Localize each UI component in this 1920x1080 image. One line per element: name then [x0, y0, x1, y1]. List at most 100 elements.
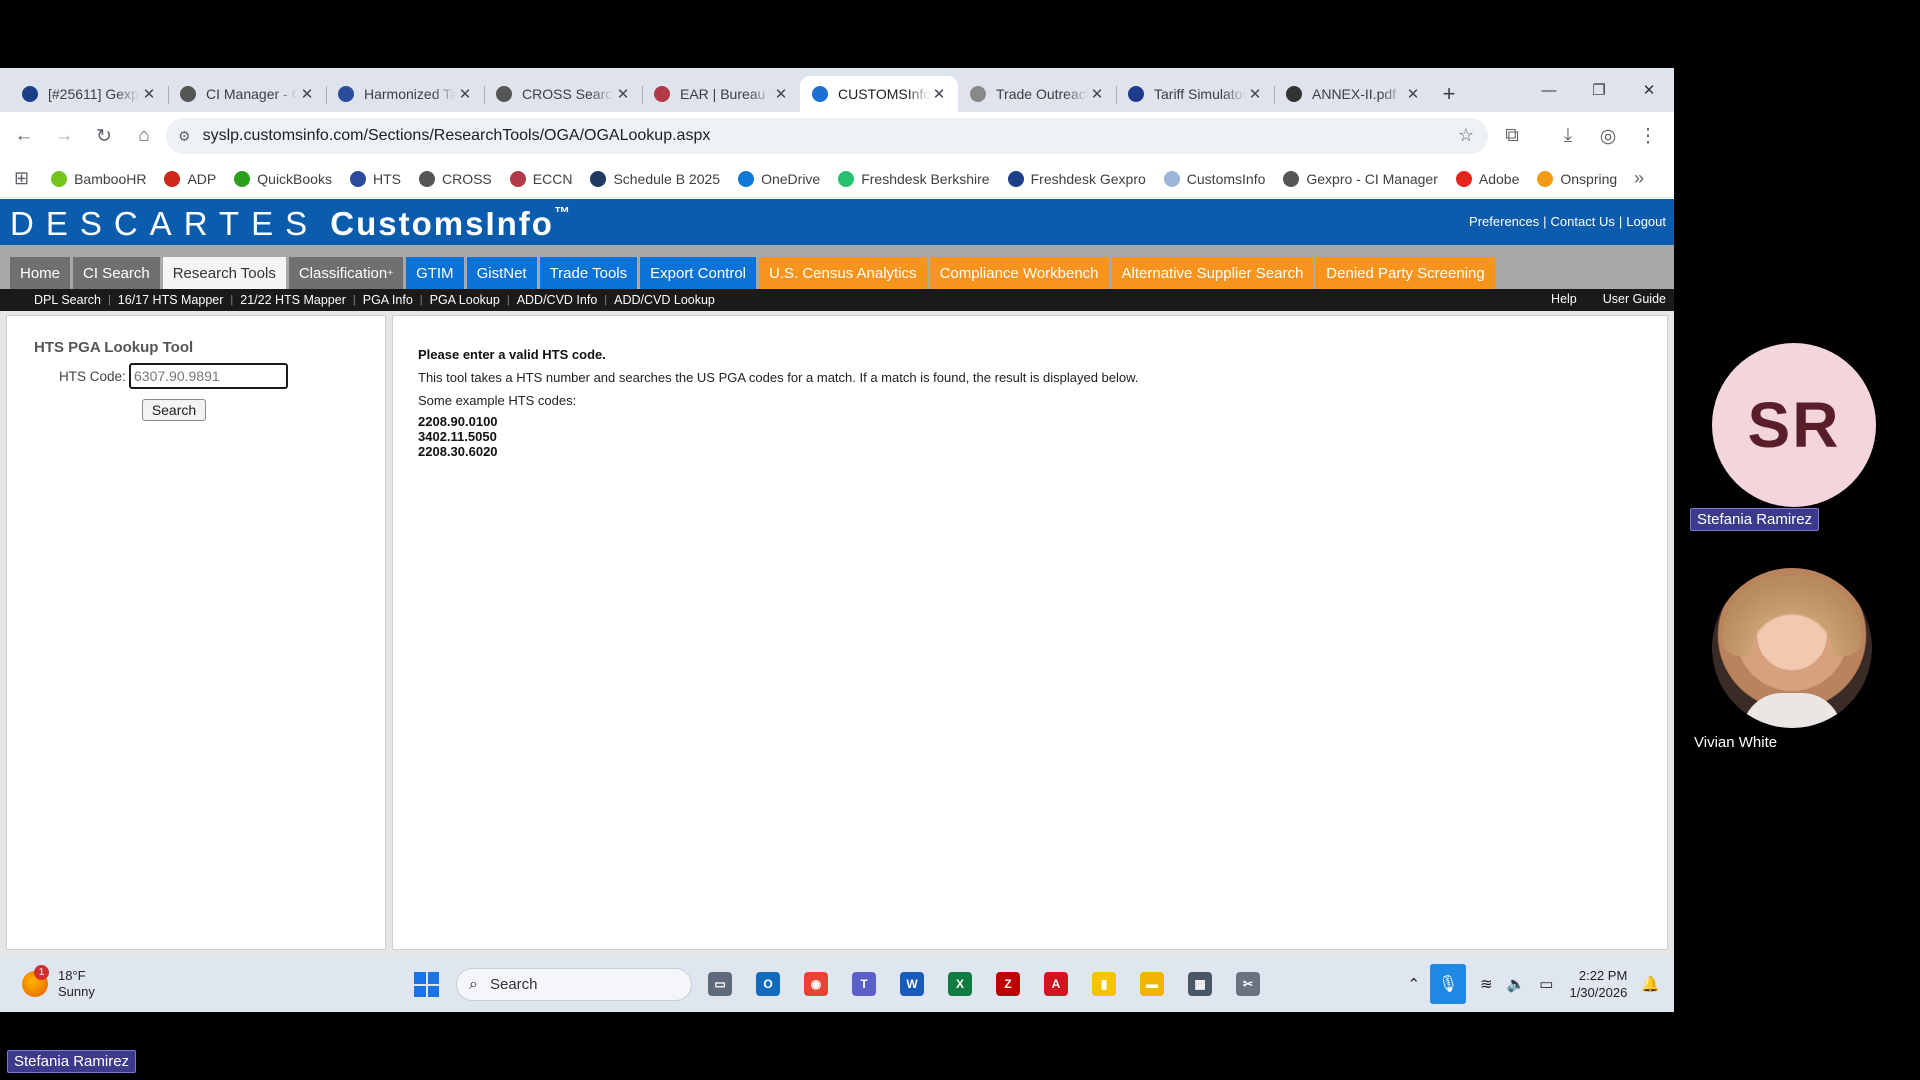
user-guide-link[interactable]: User Guide	[1603, 292, 1666, 306]
bookmark-item[interactable]: CustomsInfo	[1163, 170, 1265, 187]
subnav-link[interactable]: ADD/CVD Info	[517, 293, 598, 307]
subnav-link[interactable]: PGA Lookup	[430, 293, 500, 307]
browser-tab[interactable]: [#25611] Gexpro✕	[10, 76, 168, 112]
sticky-notes-icon[interactable]: ▮	[1084, 966, 1124, 1002]
bookmark-star-icon[interactable]: ☆	[1458, 125, 1474, 146]
browser-tab[interactable]: ANNEX-II.pdf ✕	[1274, 76, 1432, 112]
minimize-icon[interactable]: —	[1524, 68, 1574, 112]
calculator-icon[interactable]: ▦	[1180, 966, 1220, 1002]
browser-tab[interactable]: Harmonized Tariff✕	[326, 76, 484, 112]
browser-tab[interactable]: EAR | Bureau of ✕	[642, 76, 800, 112]
nav-tab[interactable]: Denied Party Screening	[1316, 257, 1495, 289]
nav-tab[interactable]: Trade Tools	[539, 257, 638, 289]
bookmark-item[interactable]: Gexpro - CI Manager	[1283, 170, 1438, 187]
browser-tab[interactable]: Trade Outreach ✕	[958, 76, 1116, 112]
preferences-link[interactable]: Preferences	[1469, 214, 1539, 229]
profile-icon[interactable]: ◎	[1588, 116, 1628, 156]
close-tab-icon[interactable]: ✕	[772, 85, 790, 103]
nav-tab[interactable]: Export Control	[640, 257, 756, 289]
contact-us-link[interactable]: Contact Us	[1551, 214, 1615, 229]
excel-icon[interactable]: X	[940, 966, 980, 1002]
hts-code-input[interactable]	[129, 363, 288, 389]
file-explorer-icon[interactable]: ▬	[1132, 966, 1172, 1002]
browser-tab[interactable]: Tariff Simulator ✕	[1116, 76, 1274, 112]
subnav-link[interactable]: PGA Info	[363, 293, 413, 307]
download-icon[interactable]: ⤓	[1548, 116, 1588, 156]
nav-tab[interactable]: U.S. Census Analytics	[759, 257, 927, 289]
bookmark-item[interactable]: Schedule B 2025	[590, 170, 720, 187]
browser-tab[interactable]: CUSTOMSInfo ✕	[800, 76, 958, 112]
close-tab-icon[interactable]: ✕	[456, 85, 474, 103]
chrome-icon[interactable]: ◉	[796, 966, 836, 1002]
word-icon[interactable]: W	[892, 966, 932, 1002]
subnav-link[interactable]: DPL Search	[34, 293, 101, 307]
descartes-customsinfo-logo[interactable]: DESCARTES CustomsInfo™	[10, 205, 572, 243]
bookmark-item[interactable]: OneDrive	[738, 170, 820, 187]
browser-tab[interactable]: CROSS Search ✕	[484, 76, 642, 112]
nav-tab[interactable]: Compliance Workbench	[929, 257, 1109, 289]
forward-icon[interactable]: →	[44, 116, 84, 156]
bookmark-item[interactable]: QuickBooks	[234, 170, 332, 187]
bookmark-item[interactable]: HTS	[349, 170, 401, 187]
battery-icon[interactable]: ▭	[1539, 975, 1553, 993]
bookmark-item[interactable]: ADP	[164, 170, 216, 187]
close-tab-icon[interactable]: ✕	[1404, 85, 1422, 103]
subnav-link[interactable]: 16/17 HTS Mapper	[118, 293, 224, 307]
browser-tab[interactable]: CI Manager - Gexpro✕	[168, 76, 326, 112]
bookmark-item[interactable]: Freshdesk Gexpro	[1007, 170, 1146, 187]
task-view-icon[interactable]: ▭	[700, 966, 740, 1002]
weather-widget[interactable]: 1 18°F Sunny	[22, 965, 95, 1000]
reload-icon[interactable]: ↻	[84, 116, 124, 156]
acrobat-icon[interactable]: A	[1036, 966, 1076, 1002]
nav-tab[interactable]: Home	[10, 257, 71, 289]
restore-icon[interactable]: ❐	[1574, 68, 1624, 112]
clock[interactable]: 2:22 PM 1/30/2026	[1569, 967, 1627, 1001]
address-bar[interactable]: ⚙ syslp.customsinfo.com/Sections/Researc…	[166, 118, 1488, 154]
help-link[interactable]: Help	[1551, 292, 1577, 306]
close-tab-icon[interactable]: ✕	[140, 85, 158, 103]
close-tab-icon[interactable]: ✕	[930, 85, 948, 103]
more-bookmarks-icon[interactable]: »	[1634, 168, 1644, 189]
new-tab-button[interactable]: +	[1432, 77, 1466, 111]
wifi-icon[interactable]: ≋	[1480, 975, 1493, 993]
taskbar-search-box[interactable]: ⌕ Search	[456, 968, 692, 1001]
close-tab-icon[interactable]: ✕	[1088, 85, 1106, 103]
subnav-link[interactable]: 21/22 HTS Mapper	[240, 293, 346, 307]
apps-grid-icon[interactable]: ⊞	[14, 168, 29, 189]
menu-icon[interactable]: ⋮	[1628, 116, 1668, 156]
nav-tab[interactable]: Classification +	[288, 257, 404, 289]
participant-video[interactable]	[1712, 568, 1872, 728]
close-tab-icon[interactable]: ✕	[1246, 85, 1264, 103]
filezilla-icon[interactable]: Z	[988, 966, 1028, 1002]
bookmark-item[interactable]: Onspring	[1537, 170, 1617, 187]
bookmark-item[interactable]: CROSS	[418, 170, 492, 187]
search-button[interactable]: Search	[142, 399, 206, 421]
microphone-icon[interactable]: 🎙	[1430, 964, 1467, 1004]
teams-icon[interactable]: T	[844, 966, 884, 1002]
site-info-icon[interactable]: ⚙	[178, 128, 191, 145]
subnav-link[interactable]: ADD/CVD Lookup	[614, 293, 715, 307]
nav-tab[interactable]: Alternative Supplier Search	[1111, 257, 1314, 289]
notifications-icon[interactable]: 🔔	[1641, 975, 1660, 993]
snipping-tool-icon[interactable]: ✂	[1228, 966, 1268, 1002]
volume-icon[interactable]: 🔈	[1507, 975, 1526, 993]
close-tab-icon[interactable]: ✕	[298, 85, 316, 103]
bookmark-item[interactable]: ECCN	[509, 170, 572, 187]
bookmark-item[interactable]: Adobe	[1455, 170, 1519, 187]
nav-tab[interactable]: Research Tools	[162, 257, 286, 289]
cast-icon[interactable]: ⧉	[1492, 116, 1532, 156]
logout-link[interactable]: Logout	[1626, 214, 1666, 229]
bookmark-item[interactable]: Freshdesk Berkshire	[838, 170, 990, 187]
nav-tab[interactable]: CI Search	[73, 257, 160, 289]
nav-tab[interactable]: GistNet	[466, 257, 537, 289]
bookmark-item[interactable]: BambooHR	[51, 170, 146, 187]
chevron-up-icon[interactable]: ⌃	[1407, 975, 1420, 993]
close-window-icon[interactable]: ✕	[1624, 68, 1674, 112]
back-icon[interactable]: ←	[4, 116, 44, 156]
windows-start-icon[interactable]	[414, 972, 439, 997]
participant-avatar[interactable]: SR	[1712, 343, 1876, 507]
home-icon[interactable]: ⌂	[124, 116, 164, 156]
nav-tab[interactable]: GTIM	[406, 257, 464, 289]
close-tab-icon[interactable]: ✕	[614, 85, 632, 103]
outlook-icon[interactable]: O	[748, 966, 788, 1002]
